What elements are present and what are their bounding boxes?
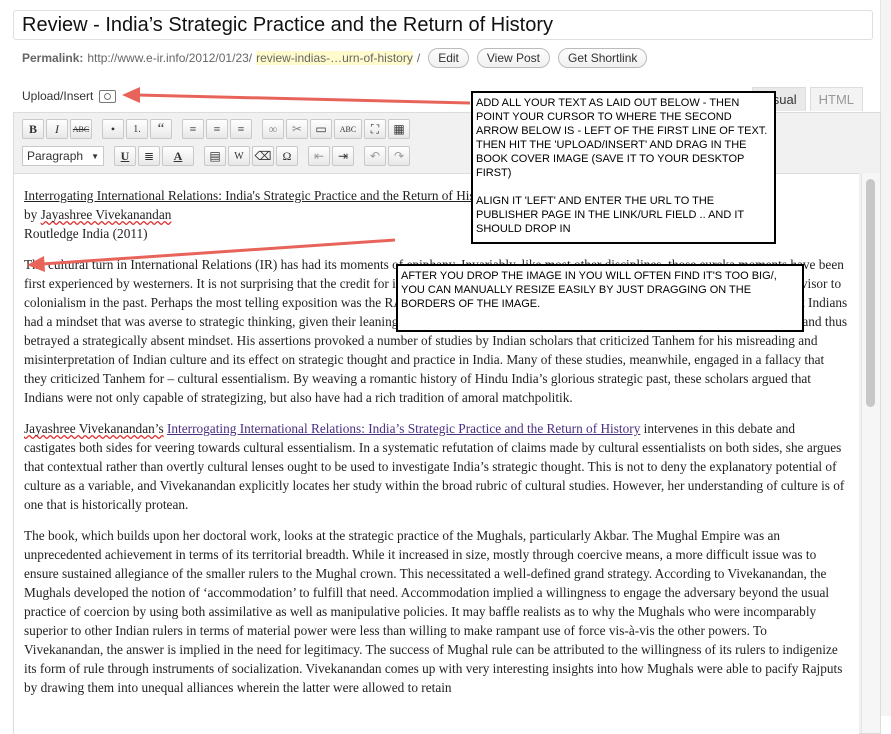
arrow-to-upload [122, 87, 471, 105]
underline-button[interactable]: U [114, 146, 136, 166]
align-left-button[interactable]: ≡ [182, 119, 204, 139]
chevron-down-icon: ▼ [91, 151, 99, 161]
indent-button[interactable]: ⇥ [332, 146, 354, 166]
instruction-note-1: ADD ALL YOUR TEXT AS LAID OUT BELOW - TH… [471, 91, 776, 244]
paragraph-2-author: Jayashree Vivekanandan’s [24, 421, 164, 436]
permalink-bar: Permalink: http://www.e-ir.info/2012/01/… [22, 48, 648, 68]
permalink-slug[interactable]: review-indias-…urn-of-history [256, 51, 413, 65]
instruction-note-2: AFTER YOU DROP THE IMAGE IN YOU WILL OFT… [396, 264, 804, 332]
fullscreen-button[interactable]: ⛶ [364, 119, 386, 139]
book-link[interactable]: Interrogating International Relations: I… [167, 421, 640, 436]
byline-author: Jayashree Vivekanandan [40, 207, 172, 222]
post-title-input[interactable]: Review - India’s Strategic Practice and … [13, 10, 873, 40]
insert-link-button[interactable]: ∞ [262, 119, 284, 139]
book-title-line: Interrogating International Relations: I… [24, 188, 497, 203]
special-character-button[interactable]: Ω [276, 146, 298, 166]
edit-permalink-button[interactable]: Edit [428, 48, 469, 68]
paragraph-3: The book, which builds upon her doctoral… [24, 528, 843, 695]
paste-text-button[interactable]: ▤ [204, 146, 226, 166]
permalink-base: http://www.e-ir.info/2012/01/23/ [87, 51, 253, 65]
view-post-button[interactable]: View Post [476, 48, 551, 68]
editor-scrollbar-thumb[interactable] [866, 179, 875, 407]
editor-scrollbar[interactable] [861, 173, 880, 733]
clear-formatting-button[interactable]: ⌫ [252, 146, 274, 166]
paste-word-button[interactable]: W [228, 146, 250, 166]
format-select-value: Paragraph [27, 149, 84, 163]
tab-html[interactable]: HTML [809, 87, 863, 111]
toolbar-row-2: Paragraph ▼ U ≣ A ▤ W ⌫ Ω ⇤ ⇥ ↶ ↷ [22, 146, 410, 166]
get-shortlink-button[interactable]: Get Shortlink [558, 48, 648, 68]
strikethrough-button[interactable]: ABC [70, 119, 92, 139]
editor-content[interactable]: Interrogating International Relations: I… [14, 173, 859, 734]
upload-insert[interactable]: Upload/Insert [22, 89, 117, 103]
toolbar-row-1: B I ABC • 1. “ ≡ ≡ ≡ ∞ ✂ ▭ ABC ⛶ ▦ [22, 119, 410, 139]
kitchen-sink-button[interactable]: ▦ [388, 119, 410, 139]
insert-more-button[interactable]: ▭ [310, 119, 332, 139]
redo-button[interactable]: ↷ [388, 146, 410, 166]
numbered-list-button[interactable]: 1. [126, 119, 148, 139]
align-right-button[interactable]: ≡ [230, 119, 252, 139]
bullet-list-button[interactable]: • [102, 119, 124, 139]
bold-button[interactable]: B [22, 119, 44, 139]
italic-button[interactable]: I [46, 119, 68, 139]
publisher-line: Routledge India (2011) [24, 226, 148, 241]
blockquote-button[interactable]: “ [150, 119, 172, 139]
justify-button[interactable]: ≣ [138, 146, 160, 166]
outdent-button[interactable]: ⇤ [308, 146, 330, 166]
paragraph-2: Jayashree Vivekanandan’s Interrogating I… [24, 419, 849, 514]
text-color-button[interactable]: A [162, 146, 194, 166]
format-select[interactable]: Paragraph ▼ [22, 146, 104, 166]
spellcheck-button[interactable]: ABC [334, 119, 362, 139]
align-center-button[interactable]: ≡ [206, 119, 228, 139]
permalink-suffix: / [416, 51, 421, 65]
permalink-label: Permalink: [22, 51, 84, 65]
byline-prefix: by [24, 207, 41, 222]
upload-insert-label: Upload/Insert [22, 89, 94, 103]
unlink-button[interactable]: ✂ [286, 119, 308, 139]
camera-media-icon[interactable] [99, 89, 117, 103]
undo-button[interactable]: ↶ [364, 146, 386, 166]
window-right-edge [880, 0, 891, 716]
